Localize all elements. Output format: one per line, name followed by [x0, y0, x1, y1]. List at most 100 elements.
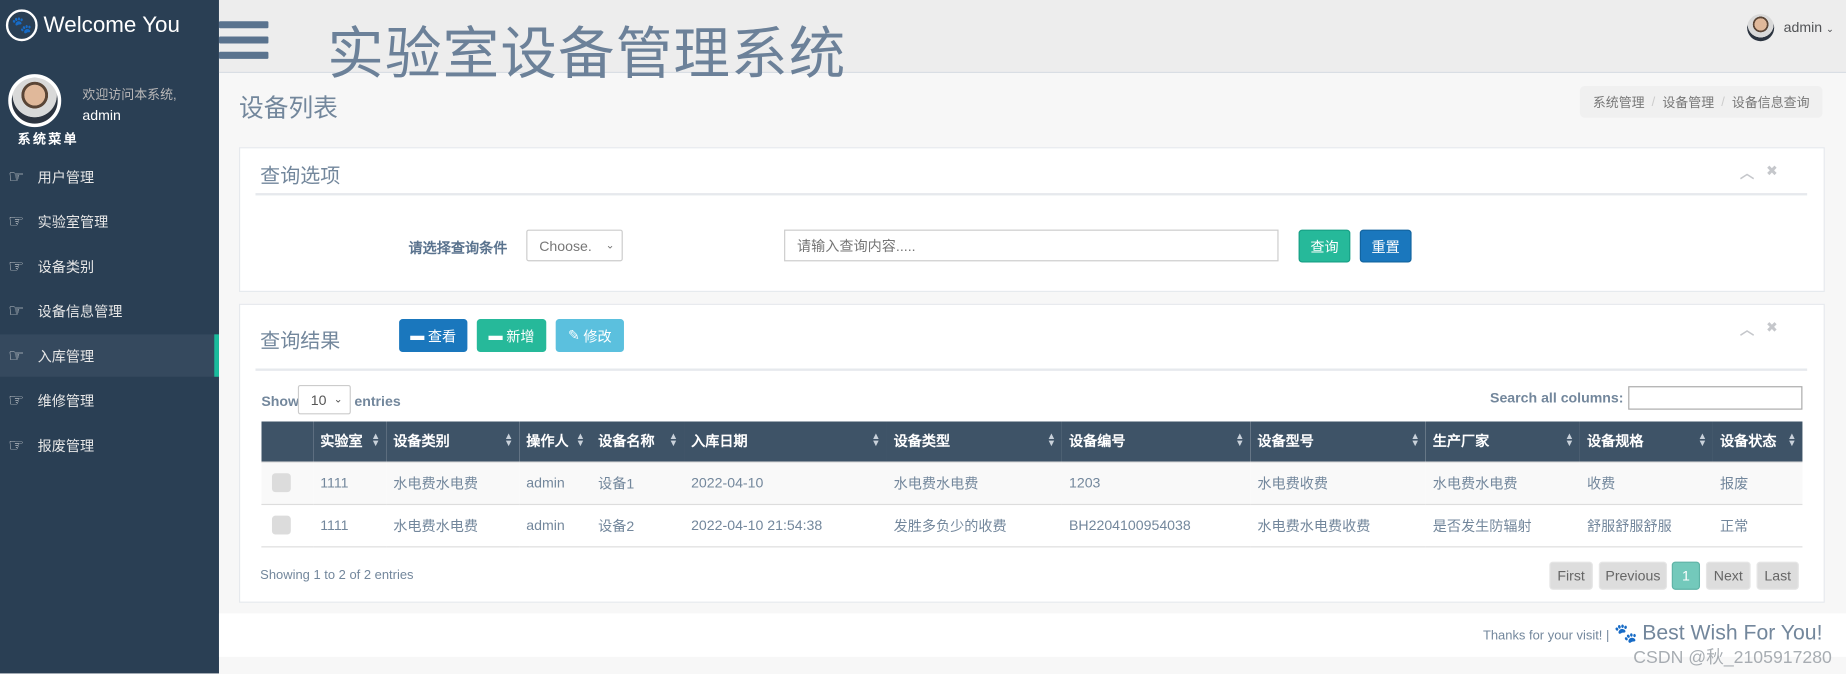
top-nav: 实验室设备管理系统 admin ⌄: [218, 0, 1846, 86]
sidebar-item-label: 实验室管理: [37, 213, 109, 231]
edit-button[interactable]: ✎ 修改: [555, 319, 624, 353]
table-cell: admin: [519, 503, 592, 547]
watermark: CSDN @秋_2105917280: [1633, 647, 1832, 668]
chevron-down-icon: ⌄: [1826, 23, 1834, 35]
hand-pointer-icon: ☞: [8, 301, 25, 322]
search-button[interactable]: 查询: [1298, 229, 1351, 263]
table-cell: admin: [519, 460, 592, 505]
paw-icon: 🐾: [5, 9, 38, 42]
search-all-label: Search all columns:: [1490, 389, 1624, 407]
table-cell: 1111: [313, 503, 387, 547]
table-row[interactable]: 1111 水电费水电费 admin 设备1 2022-04-10 水电费水电费 1203 水电…: [261, 460, 1803, 505]
brand-text: Welcome You: [43, 12, 180, 38]
column-header[interactable]: 入库日期 ▲ ▼: [684, 421, 887, 462]
table-cell: 正常: [1712, 503, 1803, 547]
reset-button[interactable]: 重置: [1359, 229, 1412, 263]
query-input[interactable]: [784, 229, 1279, 262]
footer-text: Thanks for your visit! | 🐾 Best Wish For…: [1483, 620, 1823, 645]
column-label: 设备编号: [1068, 433, 1126, 451]
sort-icon: ▲ ▼: [370, 430, 381, 449]
sidebar-item[interactable]: ☞ 维修管理: [0, 379, 219, 421]
edit-label: 修改: [583, 327, 612, 345]
folder-icon: ▬: [410, 327, 425, 344]
column-label: 操作人: [526, 433, 569, 451]
sidebar-item[interactable]: ☞ 用户管理: [0, 155, 219, 197]
column-header[interactable]: 生产厂家 ▲ ▼: [1425, 421, 1580, 462]
row-checkbox[interactable]: [271, 473, 291, 493]
sort-icon: ▲ ▼: [1410, 430, 1420, 449]
sidebar-item-label: 设备信息管理: [37, 303, 123, 320]
table-cell: 水电费水电费: [1425, 460, 1580, 505]
view-button[interactable]: ▬ 查看: [399, 319, 468, 353]
breadcrumb: 系统管理 / 设备管理 / 设备信息查询: [1579, 85, 1823, 118]
breadcrumb-item[interactable]: 系统管理: [1593, 92, 1645, 111]
table-cell: 水电费水电费: [886, 460, 1062, 505]
folder-icon: ▬: [488, 327, 503, 344]
collapse-icon[interactable]: ︿: [1740, 319, 1754, 339]
pagination-next[interactable]: Next: [1705, 561, 1751, 590]
panel-tools: ︿ ✖: [1740, 319, 1778, 339]
collapse-icon[interactable]: ︿: [1740, 162, 1754, 182]
brand[interactable]: 🐾 Welcome You: [5, 9, 180, 42]
hand-pointer-icon: ☞: [8, 167, 25, 188]
panel-tools: ︿ ✖: [1740, 162, 1778, 182]
table-cell: 水电费水电费: [386, 460, 520, 505]
column-header[interactable]: 设备编号 ▲ ▼: [1061, 421, 1251, 462]
table-cell: 是否发生防辐射: [1425, 503, 1580, 547]
breadcrumb-item: 设备信息查询: [1731, 95, 1810, 111]
page-size-select[interactable]: 10 ⌄: [297, 384, 351, 415]
breadcrumb-item[interactable]: 设备管理: [1662, 92, 1714, 111]
column-header[interactable]: 设备类别 ▲ ▼: [386, 421, 520, 462]
table-cell: 水电费收费: [1250, 460, 1426, 505]
pencil-icon: ✎: [567, 327, 580, 344]
column-header[interactable]: 设备型号 ▲ ▼: [1250, 421, 1426, 462]
column-header[interactable]: 实验室 ▲ ▼: [313, 421, 387, 462]
table-cell: 1111: [313, 460, 387, 505]
select-column-header: [261, 421, 314, 462]
sort-icon: ▲ ▼: [575, 430, 586, 449]
row-select-cell: [261, 460, 314, 505]
sort-icon: ▲ ▼: [1564, 430, 1575, 449]
sidebar-item[interactable]: ☞ 设备信息管理: [0, 290, 219, 332]
hand-pointer-icon: ☞: [8, 256, 25, 277]
sidebar-item-label: 维修管理: [37, 392, 95, 410]
column-header[interactable]: 设备名称 ▲ ▼: [591, 421, 685, 462]
results-table: 实验室 ▲ ▼ 设备类别 ▲ ▼ 操作人 ▲ ▼ 设备名称 ▲ ▼ 入库日期 ▲ ▼ 设备类型 ▲ ▼ 设备编号 ▲ ▼…: [261, 421, 1803, 547]
table-cell: 设备2: [591, 503, 685, 547]
column-header[interactable]: 设备状态 ▲ ▼: [1712, 421, 1803, 462]
table-cell: 舒服舒服舒服: [1579, 503, 1713, 547]
close-icon[interactable]: ✖: [1766, 319, 1778, 339]
table-cell: 报废: [1712, 460, 1803, 505]
pagination-page-1[interactable]: 1: [1671, 561, 1701, 590]
sidebar-item[interactable]: ☞ 入库管理: [0, 334, 219, 377]
row-checkbox[interactable]: [271, 515, 291, 535]
close-icon[interactable]: ✖: [1766, 162, 1778, 182]
table-cell: 收费: [1579, 460, 1713, 505]
table-cell: 水电费水电费: [386, 503, 520, 547]
sort-icon: ▲ ▼: [503, 430, 514, 449]
table-info: Showing 1 to 2 of 2 entries: [260, 568, 414, 583]
sidebar-item[interactable]: ☞ 设备类别: [0, 245, 219, 287]
column-header[interactable]: 设备类型 ▲ ▼: [886, 421, 1062, 462]
pagination-first[interactable]: First: [1549, 561, 1593, 590]
pagination-last[interactable]: Last: [1756, 561, 1799, 590]
search-all-input[interactable]: [1628, 386, 1803, 410]
add-button[interactable]: ▬ 新增: [476, 319, 547, 353]
query-panel: [238, 147, 1825, 292]
add-label: 新增: [506, 327, 535, 345]
table-row[interactable]: 1111 水电费水电费 admin 设备2 2022-04-10 21:54:38 发胜多…: [261, 503, 1803, 547]
page-title: 设备列表: [238, 95, 338, 123]
user-menu[interactable]: admin ⌄: [1784, 19, 1834, 35]
sidebar-item[interactable]: ☞ 实验室管理: [0, 200, 219, 242]
user-avatar[interactable]: [1747, 14, 1775, 42]
menu-toggle-icon[interactable]: [218, 21, 269, 67]
column-header[interactable]: 设备规格 ▲ ▼: [1579, 421, 1713, 462]
sidebar-item-label: 报废管理: [37, 437, 95, 454]
column-header[interactable]: 操作人 ▲ ▼: [519, 421, 592, 462]
pagination-previous[interactable]: Previous: [1598, 561, 1668, 590]
hand-pointer-icon: ☞: [8, 390, 25, 411]
query-field-select[interactable]: Choose. ⌄: [526, 229, 623, 262]
column-label: 设备规格: [1587, 433, 1644, 451]
entries-label: entries: [354, 393, 401, 410]
sidebar-item[interactable]: ☞ 报废管理: [0, 424, 219, 466]
